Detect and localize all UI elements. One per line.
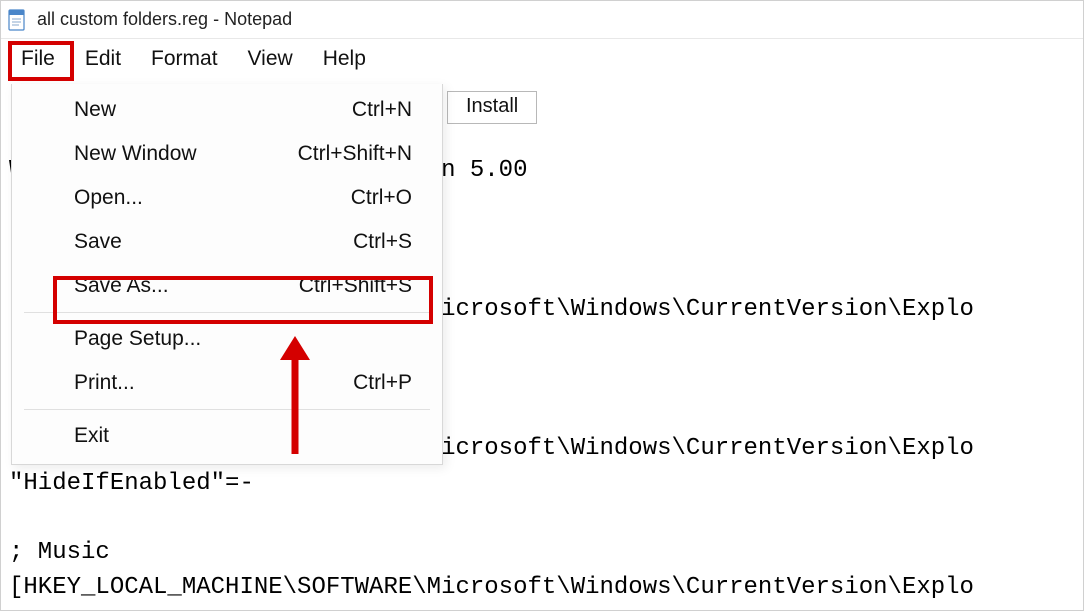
file-menu-save-label: Save (74, 230, 122, 254)
file-menu-open-shortcut: Ctrl+O (351, 186, 412, 210)
install-button[interactable]: Install (447, 91, 537, 124)
file-menu-new-window[interactable]: New Window Ctrl+Shift+N (12, 132, 442, 176)
menu-file[interactable]: File (7, 43, 69, 75)
menu-view[interactable]: View (234, 43, 307, 75)
file-menu-new-window-label: New Window (74, 142, 197, 166)
file-menu-print[interactable]: Print... Ctrl+P (12, 361, 442, 405)
file-menu-save[interactable]: Save Ctrl+S (12, 220, 442, 264)
titlebar: all custom folders.reg - Notepad (1, 1, 1083, 39)
file-menu-print-label: Print... (74, 371, 135, 395)
menu-separator (24, 312, 430, 313)
file-menu-page-setup[interactable]: Page Setup... (12, 317, 442, 361)
file-menu-open[interactable]: Open... Ctrl+O (12, 176, 442, 220)
notepad-icon (7, 9, 29, 31)
file-menu-open-label: Open... (74, 186, 143, 210)
file-menu-exit[interactable]: Exit (12, 414, 442, 458)
menubar: File Edit Format View Help (1, 39, 1083, 79)
file-menu-print-shortcut: Ctrl+P (353, 371, 412, 395)
file-menu-exit-label: Exit (74, 424, 109, 448)
file-menu-new[interactable]: New Ctrl+N (12, 88, 442, 132)
file-menu-save-as-label: Save As... (74, 274, 169, 298)
file-menu-page-setup-label: Page Setup... (74, 327, 201, 351)
file-menu-new-window-shortcut: Ctrl+Shift+N (298, 142, 412, 166)
menu-help[interactable]: Help (309, 43, 380, 75)
window-title: all custom folders.reg - Notepad (37, 9, 292, 30)
file-menu-new-shortcut: Ctrl+N (352, 98, 412, 122)
file-menu-new-label: New (74, 98, 116, 122)
file-menu-save-as-shortcut: Ctrl+Shift+S (299, 274, 412, 298)
file-menu-dropdown: New Ctrl+N New Window Ctrl+Shift+N Open.… (11, 84, 443, 465)
menu-separator (24, 409, 430, 410)
file-menu-save-as[interactable]: Save As... Ctrl+Shift+S (12, 264, 442, 308)
file-menu-save-shortcut: Ctrl+S (353, 230, 412, 254)
menu-edit[interactable]: Edit (71, 43, 135, 75)
menu-format[interactable]: Format (137, 43, 232, 75)
